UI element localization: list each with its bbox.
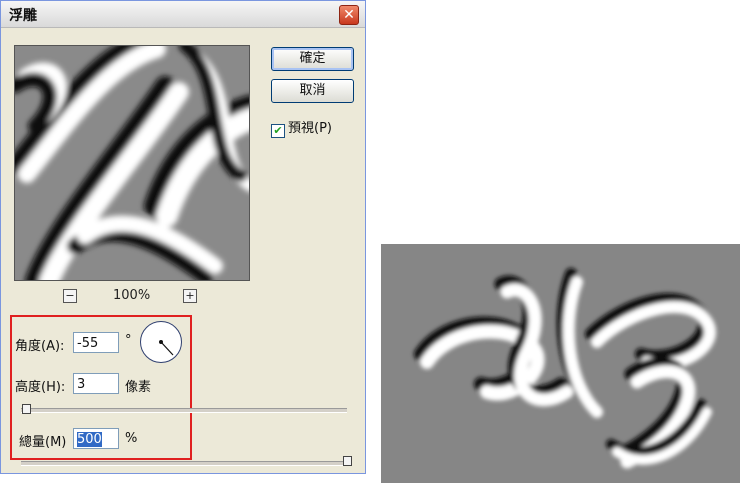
angle-dial-indicator	[159, 340, 174, 356]
amount-slider-thumb[interactable]	[343, 456, 352, 466]
amount-unit: %	[125, 431, 138, 446]
height-slider-thumb[interactable]	[22, 404, 31, 414]
angle-label: 角度(A):	[15, 339, 65, 354]
emboss-preview-image	[15, 46, 249, 280]
close-icon: ✕	[343, 7, 355, 23]
height-label: 高度(H):	[15, 380, 66, 395]
angle-input[interactable]: -55	[73, 332, 119, 353]
zoom-level: 100%	[113, 288, 151, 303]
angle-unit: °	[125, 333, 132, 348]
amount-label: 總量(M)	[19, 435, 67, 450]
height-input[interactable]: 3	[73, 373, 119, 394]
emboss-result-image	[381, 244, 740, 483]
preview-checkbox-row[interactable]: ✔ 預視(P)	[271, 117, 332, 138]
angle-dial[interactable]	[140, 321, 182, 363]
height-slider-track[interactable]	[21, 408, 347, 413]
amount-slider-track[interactable]	[21, 461, 347, 466]
ok-button[interactable]: 確定	[271, 47, 354, 71]
filter-preview[interactable]	[14, 45, 250, 281]
amount-input[interactable]: 500	[73, 428, 119, 449]
preview-label: 預視(P)	[288, 121, 332, 136]
embossed-script-image	[381, 244, 740, 483]
close-button[interactable]: ✕	[339, 5, 359, 25]
height-unit: 像素	[125, 380, 152, 395]
zoom-controls: − 100% +	[63, 288, 213, 307]
preview-checkbox[interactable]: ✔	[271, 124, 285, 138]
dialog-title: 浮雕	[9, 8, 37, 24]
title-bar[interactable]: 浮雕 ✕	[1, 1, 365, 28]
emboss-dialog: 浮雕 ✕ − 100% + 確定 取消 ✔ 預視(P) 角度(A): -55 °…	[0, 0, 366, 474]
cancel-button[interactable]: 取消	[271, 79, 354, 103]
amount-value: 500	[77, 432, 102, 447]
zoom-out-button[interactable]: −	[63, 289, 77, 303]
zoom-in-button[interactable]: +	[183, 289, 197, 303]
